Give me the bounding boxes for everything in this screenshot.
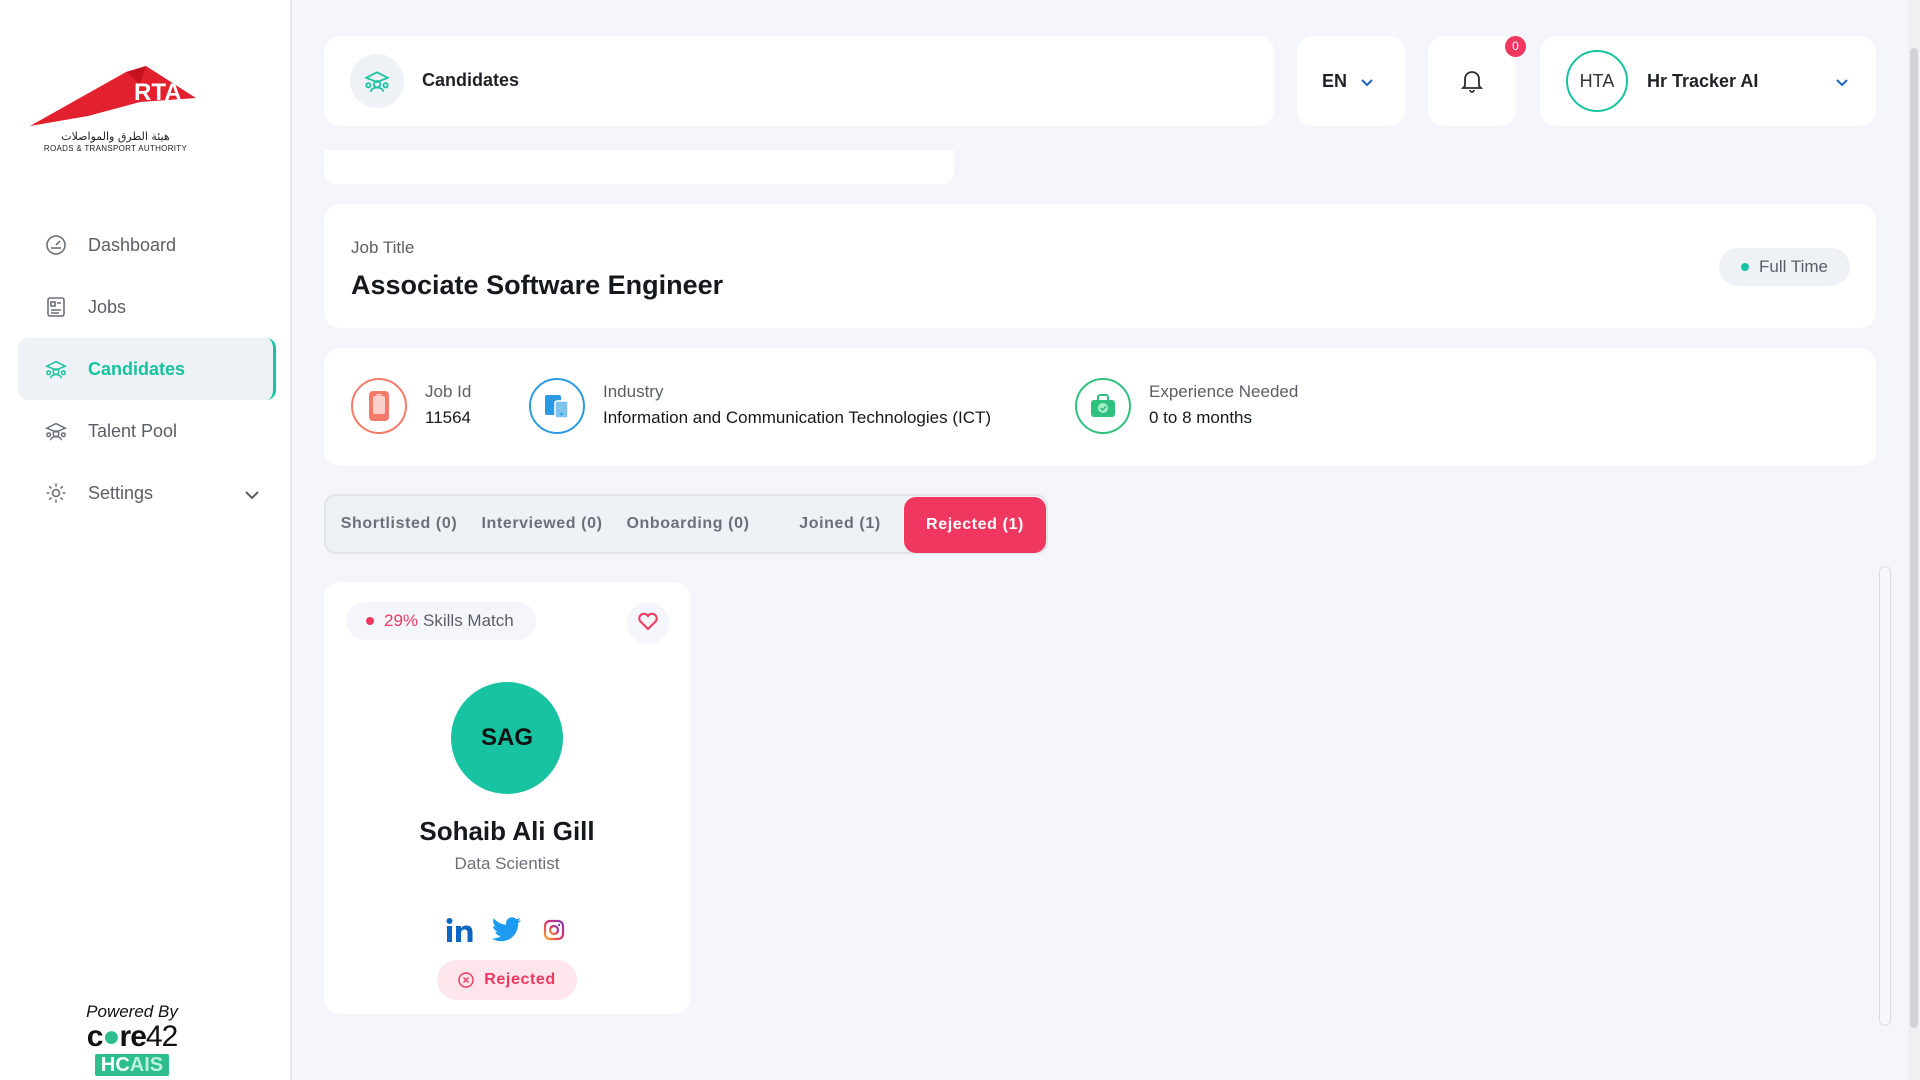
tab-interviewed[interactable]: Interviewed (0) bbox=[476, 496, 608, 552]
page-header: Candidates bbox=[324, 36, 1274, 126]
info-value: Information and Communication Technologi… bbox=[603, 408, 992, 427]
status-badge: Rejected bbox=[437, 960, 577, 1000]
pipeline-tabs: Shortlisted (0) Interviewed (0) Onboardi… bbox=[324, 494, 1048, 554]
heart-icon bbox=[637, 611, 659, 636]
skills-match-percent: 29% bbox=[384, 611, 419, 630]
rta-logo[interactable]: RTA هيئة الطرق والمواصلات ROADS & TRANSP… bbox=[28, 64, 203, 160]
sidebar-item-settings[interactable]: Settings bbox=[18, 462, 276, 524]
favorite-button[interactable] bbox=[627, 602, 669, 644]
sidebar-item-label: Jobs bbox=[88, 296, 127, 317]
skills-match-label: Skills Match bbox=[423, 611, 514, 630]
phone-icon bbox=[351, 378, 407, 434]
status-dot-icon bbox=[366, 617, 374, 625]
chevron-down-icon[interactable] bbox=[244, 484, 260, 505]
info-label: Industry bbox=[603, 382, 664, 401]
chevron-down-icon bbox=[1835, 74, 1849, 92]
job-id-info: Job Id 11564 bbox=[351, 378, 501, 438]
dashboard-gauge-icon bbox=[44, 233, 68, 257]
sidebar-item-label: Talent Pool bbox=[88, 420, 178, 441]
info-label: Experience Needed bbox=[1149, 382, 1299, 401]
experience-info: Experience Needed 0 to 8 months bbox=[1075, 378, 1335, 438]
jobs-list-icon bbox=[44, 295, 68, 319]
linkedin-icon[interactable] bbox=[442, 912, 478, 948]
job-info-card: Job Id 11564 Industry Information and Co… bbox=[324, 348, 1876, 466]
logo-arabic-text: هيئة الطرق والمواصلات bbox=[61, 130, 170, 143]
tab-joined[interactable]: Joined (1) bbox=[772, 496, 908, 552]
candidates-icon bbox=[350, 54, 404, 108]
social-links bbox=[442, 912, 572, 948]
devices-icon bbox=[529, 378, 585, 434]
sidebar-item-label: Candidates bbox=[88, 358, 186, 379]
close-circle-icon bbox=[458, 972, 474, 988]
job-title-card: Job Title Associate Software Engineer Fu… bbox=[324, 204, 1876, 328]
powered-by-block: Powered By c●re42 HCAIS bbox=[72, 1002, 192, 1076]
job-title-label: Job Title bbox=[351, 238, 415, 257]
employment-type-label: Full Time bbox=[1759, 257, 1828, 276]
status-dot-icon bbox=[1741, 263, 1750, 271]
candidate-card[interactable]: 29% Skills Match SAG Sohaib Ali Gill Dat… bbox=[324, 582, 690, 1014]
info-value: 11564 bbox=[425, 408, 472, 427]
window-scrollbar-thumb[interactable] bbox=[1910, 48, 1918, 1028]
language-selector[interactable]: EN bbox=[1297, 36, 1405, 126]
candidate-name[interactable]: Sohaib Ali Gill bbox=[324, 816, 690, 847]
twitter-icon[interactable] bbox=[489, 912, 525, 948]
info-label: Job Id bbox=[425, 382, 472, 401]
sidebar-item-jobs[interactable]: Jobs bbox=[18, 276, 276, 338]
core42-logo: c●re42 bbox=[86, 1020, 179, 1053]
gear-icon bbox=[44, 481, 68, 505]
sidebar-item-candidates[interactable]: Candidates bbox=[18, 338, 276, 400]
skills-match-badge: 29% Skills Match bbox=[346, 602, 536, 640]
notification-count-badge: 0 bbox=[1505, 36, 1526, 57]
tab-onboarding[interactable]: Onboarding (0) bbox=[620, 496, 756, 552]
hcais-badge: HCAIS bbox=[94, 1054, 170, 1076]
page-title: Candidates bbox=[422, 70, 520, 90]
candidate-role: Data Scientist bbox=[454, 854, 560, 873]
talent-pool-icon bbox=[44, 419, 68, 443]
language-label: EN bbox=[1322, 71, 1348, 91]
chevron-down-icon bbox=[1360, 74, 1374, 92]
briefcase-icon bbox=[1075, 378, 1131, 434]
sidebar-item-talent-pool[interactable]: Talent Pool bbox=[18, 400, 276, 462]
svg-text:RTA: RTA bbox=[134, 79, 182, 106]
rta-logo-mark: RTA bbox=[30, 66, 196, 126]
status-label: Rejected bbox=[484, 971, 556, 988]
tab-shortlisted[interactable]: Shortlisted (0) bbox=[334, 496, 464, 552]
industry-info: Industry Information and Communication T… bbox=[529, 378, 992, 438]
sidebar-nav: Dashboard Jobs Candidates Talent Pool Se… bbox=[18, 214, 276, 524]
notifications-button[interactable] bbox=[1428, 36, 1516, 126]
employment-type-badge: Full Time bbox=[1719, 248, 1850, 286]
avatar: HTA bbox=[1566, 50, 1628, 112]
logo-english-text: ROADS & TRANSPORT AUTHORITY bbox=[43, 144, 188, 153]
candidate-avatar: SAG bbox=[451, 682, 563, 794]
user-name: Hr Tracker AI bbox=[1647, 71, 1759, 91]
job-title: Associate Software Engineer bbox=[351, 270, 724, 300]
collapsed-panel-edge bbox=[324, 150, 954, 184]
user-menu[interactable]: HTA Hr Tracker AI bbox=[1540, 36, 1876, 126]
bell-icon bbox=[1460, 68, 1484, 99]
candidates-icon bbox=[44, 357, 68, 381]
sidebar-item-label: Settings bbox=[88, 482, 154, 503]
instagram-icon[interactable] bbox=[536, 912, 572, 948]
sidebar: RTA هيئة الطرق والمواصلات ROADS & TRANSP… bbox=[0, 0, 292, 1080]
content-scrollbar[interactable] bbox=[1879, 566, 1891, 1026]
sidebar-item-dashboard[interactable]: Dashboard bbox=[18, 214, 276, 276]
info-value: 0 to 8 months bbox=[1149, 408, 1253, 427]
sidebar-item-label: Dashboard bbox=[88, 234, 177, 255]
powered-by-label: Powered By bbox=[86, 1002, 178, 1021]
tab-rejected[interactable]: Rejected (1) bbox=[904, 497, 1046, 553]
